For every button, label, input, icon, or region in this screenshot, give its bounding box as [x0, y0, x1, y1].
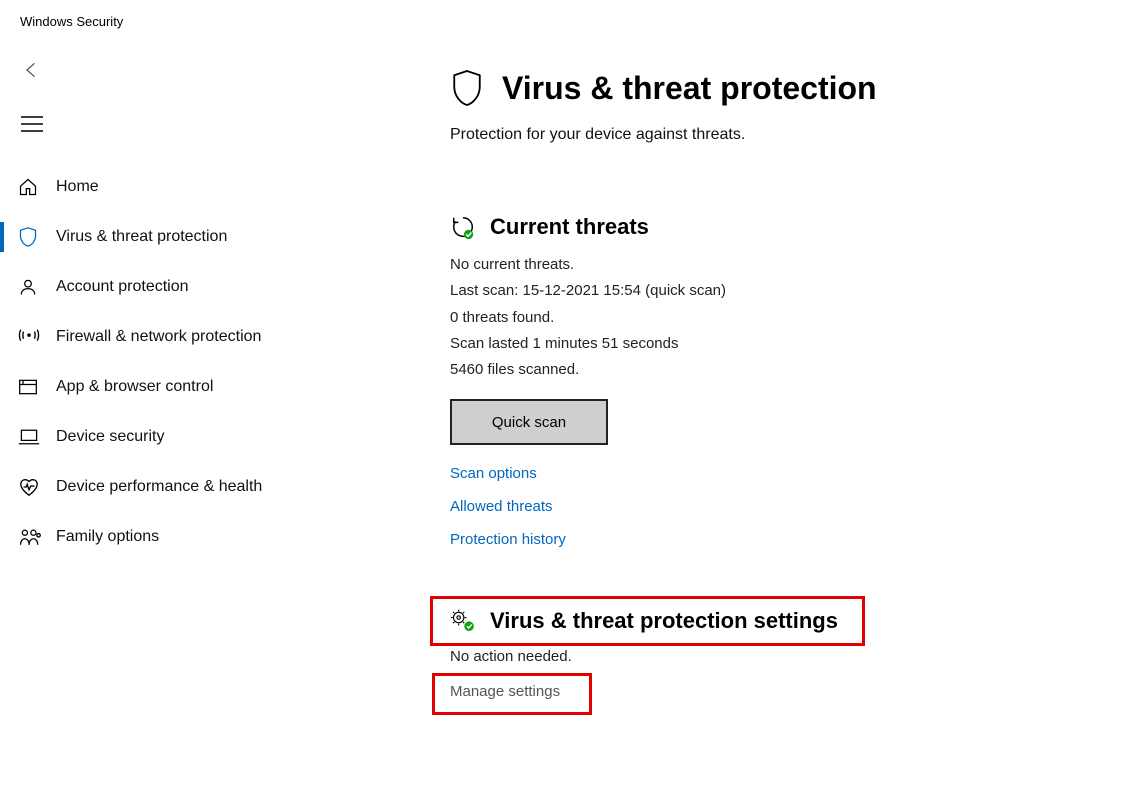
threats-found-text: 0 threats found.: [450, 305, 1090, 331]
sidebar-item-family[interactable]: Family options: [0, 512, 360, 562]
scan-options-link[interactable]: Scan options: [450, 465, 1090, 482]
sidebar-item-app-browser[interactable]: App & browser control: [0, 362, 360, 412]
sidebar-item-device-security[interactable]: Device security: [0, 412, 360, 462]
vt-settings-section: Virus & threat protection settings No ac…: [450, 608, 1090, 701]
sidebar-item-label: Account protection: [56, 278, 189, 296]
sidebar-item-virus-threat[interactable]: Virus & threat protection: [0, 212, 360, 262]
window-title: Windows Security: [0, 0, 1124, 29]
family-icon: [18, 527, 42, 547]
vt-settings-status: No action needed.: [450, 648, 1090, 665]
shield-large-icon: [450, 68, 484, 108]
person-icon: [18, 277, 38, 297]
hamburger-button[interactable]: [18, 110, 46, 138]
sidebar-item-label: App & browser control: [56, 378, 213, 396]
sidebar-item-label: Family options: [56, 528, 159, 546]
manage-settings-link[interactable]: Manage settings: [450, 683, 560, 700]
menu-icon: [21, 115, 43, 133]
main-content: Virus & threat protection Protection for…: [450, 68, 1090, 701]
protection-history-link[interactable]: Protection history: [450, 531, 1090, 548]
sidebar-item-label: Device security: [56, 428, 164, 446]
scan-history-icon: [450, 214, 476, 240]
sidebar: Home Virus & threat protection Account p…: [0, 162, 360, 562]
back-button[interactable]: [20, 58, 44, 82]
sidebar-item-account[interactable]: Account protection: [0, 262, 360, 312]
vt-settings-heading: Virus & threat protection settings: [490, 608, 838, 634]
current-threats-heading: Current threats: [490, 214, 649, 240]
laptop-icon: [18, 428, 40, 446]
sidebar-item-label: Firewall & network protection: [56, 328, 261, 346]
antenna-icon: [18, 327, 40, 347]
no-threats-text: No current threats.: [450, 252, 1090, 278]
last-scan-text: Last scan: 15-12-2021 15:54 (quick scan): [450, 278, 1090, 304]
scan-duration-text: Scan lasted 1 minutes 51 seconds: [450, 331, 1090, 357]
allowed-threats-link[interactable]: Allowed threats: [450, 498, 1090, 515]
home-icon: [18, 177, 38, 197]
sidebar-item-home[interactable]: Home: [0, 162, 360, 212]
page-subtitle: Protection for your device against threa…: [450, 126, 1090, 144]
quick-scan-button[interactable]: Quick scan: [450, 399, 608, 445]
sidebar-item-firewall[interactable]: Firewall & network protection: [0, 312, 360, 362]
shield-icon: [18, 226, 38, 248]
sidebar-item-label: Virus & threat protection: [56, 228, 227, 246]
page-title: Virus & threat protection: [502, 70, 877, 107]
sidebar-item-label: Home: [56, 178, 99, 196]
heart-icon: [18, 477, 40, 497]
current-threats-section: Current threats No current threats. Last…: [450, 214, 1090, 548]
files-scanned-text: 5460 files scanned.: [450, 357, 1090, 383]
sidebar-item-label: Device performance & health: [56, 478, 262, 496]
arrow-left-icon: [22, 60, 42, 80]
sidebar-item-performance[interactable]: Device performance & health: [0, 462, 360, 512]
app-window-icon: [18, 378, 38, 396]
gear-check-icon: [450, 609, 476, 633]
